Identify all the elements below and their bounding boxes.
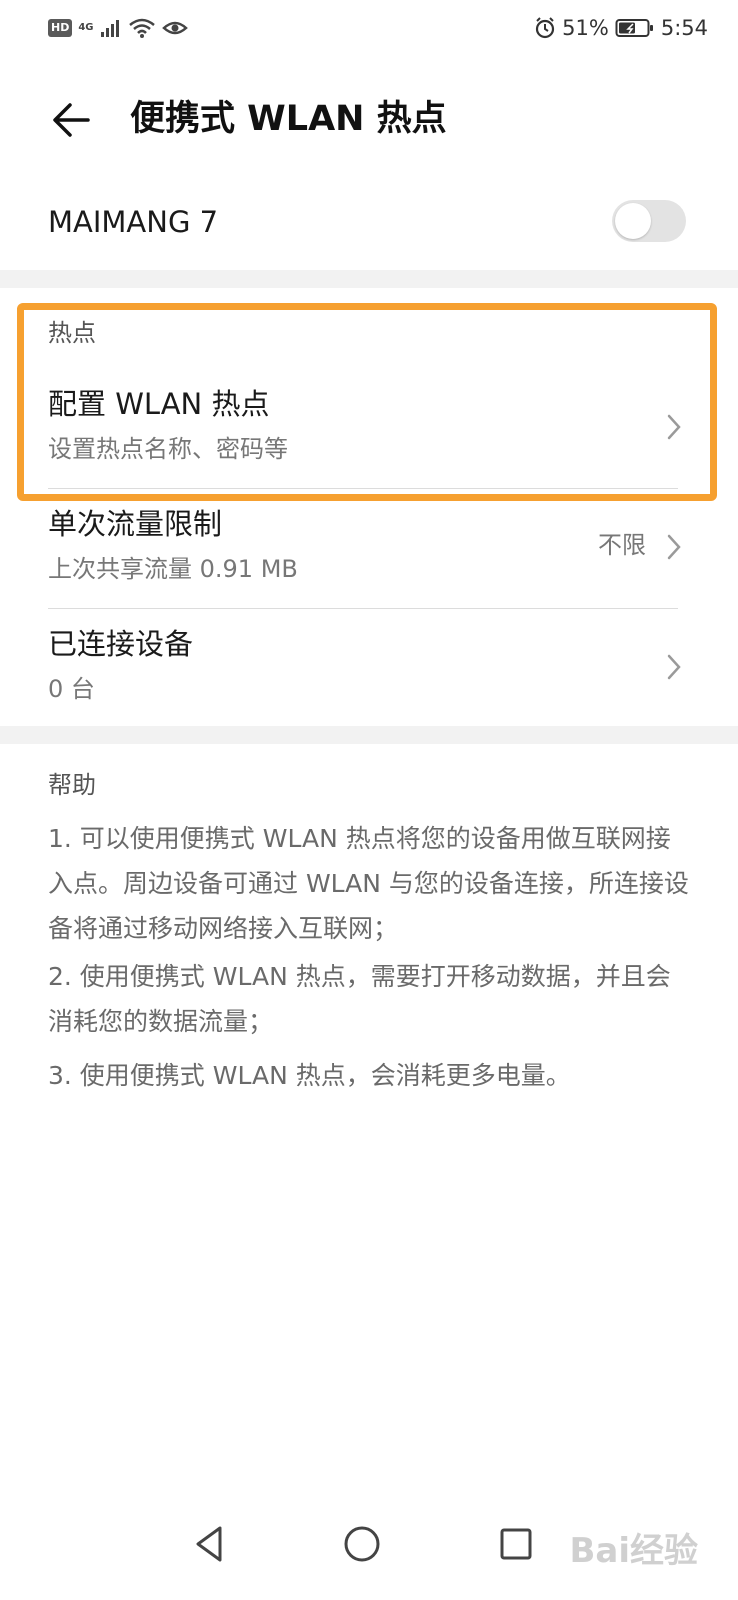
eye-icon — [161, 21, 188, 35]
home-circle-icon[interactable] — [338, 1520, 386, 1568]
chevron-right-icon — [667, 654, 681, 680]
help-title: 帮助 — [48, 771, 96, 799]
chevron-right-icon — [667, 534, 681, 560]
help-paragraph: 3. 使用便携式 WLAN 热点，会消耗更多电量。 — [48, 1061, 571, 1090]
wifi-icon — [128, 18, 155, 38]
section-header: 热点 — [48, 319, 96, 347]
recents-square-icon[interactable] — [492, 1520, 540, 1568]
list-item-value: 不限 — [598, 531, 646, 559]
hotspot-toggle-switch[interactable] — [612, 200, 686, 242]
help-paragraph: 1. 可以使用便携式 WLAN 热点将您的设备用做互联网接入点。周边设备可通过 … — [48, 824, 689, 943]
page-title: 便携式 WLAN 热点 — [130, 99, 447, 139]
hotspot-name: MAIMANG 7 — [48, 205, 219, 239]
watermark: Bai经验 — [569, 1531, 698, 1571]
status-bar: HD 4G 51% 5:54 — [0, 0, 738, 62]
hd-icon: HD — [48, 19, 73, 37]
list-item-subtitle: 设置热点名称、密码等 — [48, 435, 288, 463]
list-item-configure-hotspot[interactable]: 配置 WLAN 热点 设置热点名称、密码等 — [0, 376, 738, 488]
battery-icon — [615, 19, 653, 37]
back-button[interactable] — [46, 94, 98, 146]
list-item-data-limit[interactable]: 单次流量限制 上次共享流量 0.91 MB 不限 — [0, 496, 738, 608]
status-left: HD 4G — [48, 18, 188, 38]
status-right: 51% 5:54 — [534, 16, 708, 40]
chevron-right-icon — [667, 414, 681, 440]
back-triangle-icon[interactable] — [186, 1520, 234, 1568]
battery-percent: 51% — [562, 16, 609, 40]
help-paragraph: 2. 使用便携式 WLAN 热点，需要打开移动数据，并且会消耗您的数据流量； — [48, 962, 671, 1036]
list-item-connected-devices[interactable]: 已连接设备 0 台 — [0, 616, 738, 728]
list-item-subtitle: 0 台 — [48, 675, 95, 703]
list-item-title: 单次流量限制 — [48, 507, 223, 541]
section-separator — [0, 270, 738, 288]
list-item-title: 配置 WLAN 热点 — [48, 387, 270, 421]
alarm-icon — [536, 17, 555, 39]
system-nav-bar: Bai经验 — [0, 1500, 738, 1600]
hotspot-toggle-row[interactable]: MAIMANG 7 — [0, 180, 738, 268]
divider — [48, 488, 678, 489]
list-item-title: 已连接设备 — [48, 627, 194, 661]
list-item-subtitle: 上次共享流量 0.91 MB — [48, 555, 298, 583]
network-type-label: 4G — [78, 22, 94, 33]
clock-time: 5:54 — [660, 16, 708, 40]
arrow-left-icon — [53, 103, 90, 137]
cellular-signal-icon — [100, 20, 119, 37]
toggle-knob — [615, 203, 651, 239]
divider — [48, 608, 678, 609]
section-separator — [0, 726, 738, 744]
app-header: 便携式 WLAN 热点 — [0, 80, 738, 160]
